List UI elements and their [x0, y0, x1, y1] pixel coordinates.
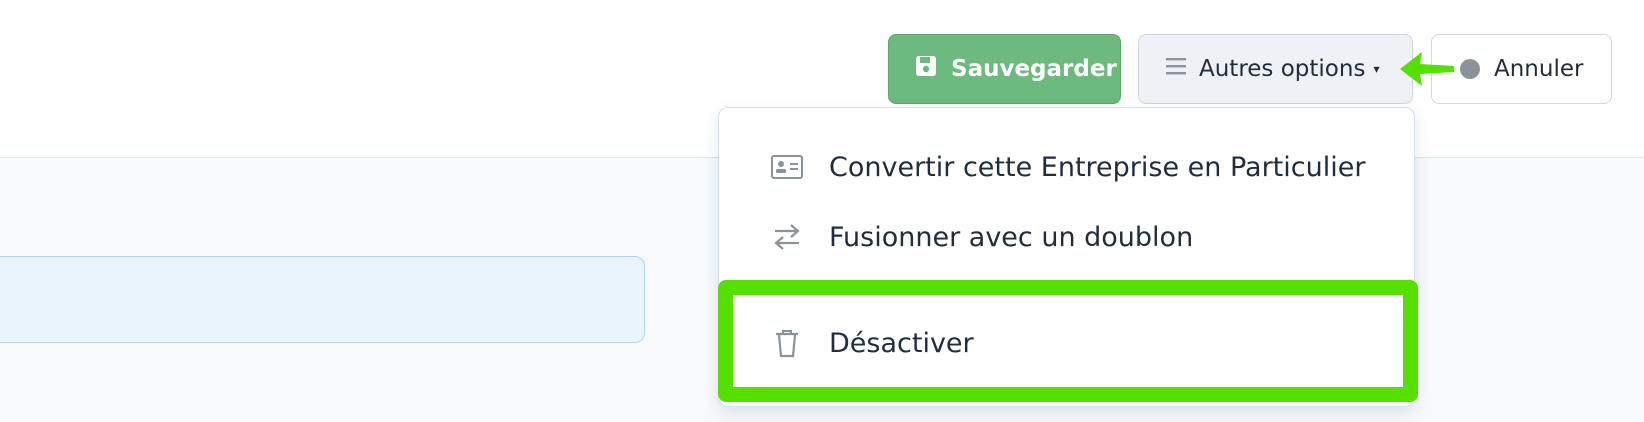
- menu-item-merge-label: Fusionner avec un doublon: [829, 221, 1194, 253]
- id-card-icon: [770, 150, 804, 184]
- save-button-label: Sauvegarder: [951, 56, 1117, 82]
- floppy-disk-icon: [915, 55, 937, 83]
- more-options-button[interactable]: Autres options ▾: [1138, 34, 1413, 104]
- trash-icon: [770, 326, 804, 360]
- cancel-button[interactable]: Annuler: [1431, 34, 1612, 104]
- menu-item-merge[interactable]: Fusionner avec un doublon: [719, 207, 1414, 267]
- menu-item-convert-label: Convertir cette Entreprise en Particulie…: [829, 151, 1366, 183]
- menu-item-deactivate[interactable]: Désactiver: [719, 313, 1414, 373]
- chevron-down-icon: ▾: [1373, 62, 1380, 76]
- save-button[interactable]: Sauvegarder: [888, 34, 1121, 104]
- cancel-circle-icon: [1460, 59, 1480, 79]
- more-options-label: Autres options: [1199, 56, 1366, 82]
- input-field[interactable]: [0, 256, 645, 343]
- menu-lines-icon: [1165, 56, 1187, 82]
- menu-item-convert[interactable]: Convertir cette Entreprise en Particulie…: [719, 137, 1414, 197]
- options-dropdown-menu: Convertir cette Entreprise en Particulie…: [718, 107, 1415, 407]
- swap-arrows-icon: [770, 220, 804, 254]
- cancel-button-label: Annuler: [1494, 56, 1584, 82]
- menu-item-deactivate-label: Désactiver: [829, 327, 974, 359]
